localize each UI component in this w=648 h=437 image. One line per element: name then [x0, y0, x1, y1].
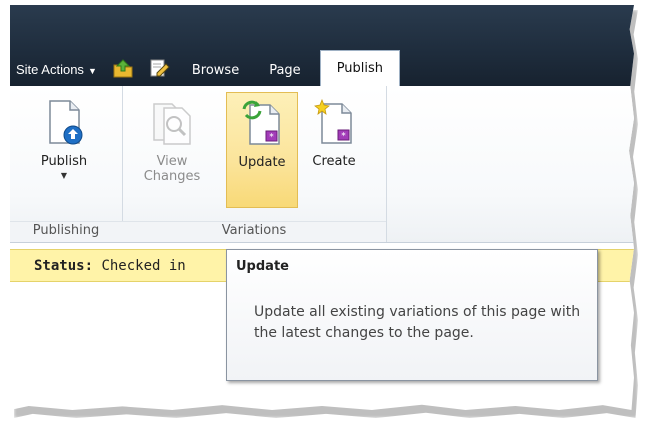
publish-button[interactable]: Publish ▼: [24, 92, 104, 206]
view-changes-button[interactable]: View Changes: [142, 92, 202, 206]
view-changes-label: View Changes: [142, 154, 202, 184]
publish-icon: [49, 100, 83, 145]
dropdown-arrow-icon: ▼: [60, 171, 68, 180]
view-changes-icon: [153, 103, 191, 145]
svg-text:*: *: [341, 132, 346, 142]
ribbon: Publish ▼ Publishing View Changes * Upda…: [10, 86, 634, 243]
create-icon: *: [314, 98, 352, 144]
view-changes-line2: Changes: [143, 169, 201, 184]
sharepoint-page: Site Actions ▼ Browse Page Publish Publi…: [10, 5, 634, 410]
variations-group: View Changes * Update * Create Variation…: [122, 86, 387, 242]
chevron-down-icon: ▼: [87, 66, 97, 76]
svg-text:*: *: [269, 133, 274, 143]
update-label: Update: [238, 155, 286, 170]
tab-page[interactable]: Page: [254, 63, 315, 86]
create-button[interactable]: * Create: [302, 92, 366, 206]
tab-publish[interactable]: Publish: [319, 50, 401, 86]
publishing-group-label: Publishing: [10, 221, 122, 242]
variations-group-label: Variations: [122, 221, 386, 242]
navigate-up-icon[interactable]: [111, 56, 135, 80]
status-label: Status:: [34, 258, 94, 274]
publishing-group: Publish ▼ Publishing: [10, 86, 123, 242]
top-bar: Site Actions ▼ Browse Page Publish: [10, 5, 634, 86]
view-changes-line1: View: [156, 154, 188, 169]
update-icon: *: [242, 100, 280, 145]
tab-browse[interactable]: Browse: [177, 63, 254, 86]
site-actions-menu[interactable]: Site Actions ▼: [10, 62, 105, 86]
ribbon-tab-row: Site Actions ▼ Browse Page Publish: [10, 50, 634, 86]
update-button[interactable]: * Update: [226, 92, 298, 208]
status-value: Checked in: [101, 258, 186, 274]
site-actions-label: Site Actions: [16, 62, 84, 77]
tooltip-body: Update all existing variations of this p…: [254, 304, 581, 341]
create-label: Create: [312, 154, 356, 169]
publish-label: Publish: [40, 154, 88, 169]
update-tooltip: Update Update all existing variations of…: [226, 249, 598, 381]
edit-page-icon[interactable]: [147, 56, 171, 80]
tooltip-title: Update: [236, 259, 289, 274]
